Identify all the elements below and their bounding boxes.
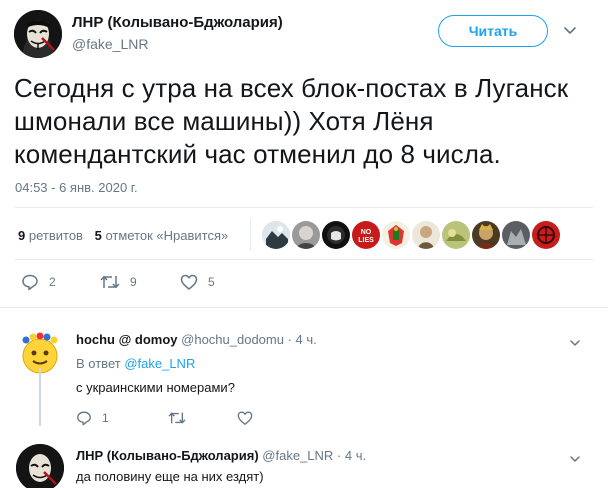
reply-author[interactable]: hochu @ domoy @hochu_dodomu · 4 ч. — [76, 332, 317, 347]
liker-avatar[interactable] — [502, 221, 530, 249]
like-count: 5 — [208, 275, 215, 289]
thread-line — [39, 368, 41, 426]
reply-author[interactable]: ЛНР (Колывано-Бджолария) @fake_LNR · 4 ч… — [76, 448, 366, 463]
likes-stat[interactable]: 5 отметок «Нравится» — [95, 228, 229, 243]
tweet-timestamp[interactable]: 04:53 - 6 янв. 2020 г. — [15, 180, 138, 195]
reply-text: да половину еще на них ездят) — [76, 469, 264, 484]
reply-icon — [21, 273, 39, 291]
likes-count: 5 — [94, 228, 102, 243]
tweet-text: Сегодня с утра на всех блок-постах в Луг… — [14, 73, 569, 169]
reply-author-name: ЛНР (Колывано-Бджолария) — [76, 448, 259, 463]
svg-text:LIES: LIES — [358, 237, 374, 244]
retweets-count: 9 — [18, 228, 26, 243]
divider — [0, 307, 608, 308]
reply-author-name: hochu @ domoy — [76, 332, 178, 347]
liker-avatar[interactable] — [442, 221, 470, 249]
retweet-icon — [100, 273, 120, 291]
stats-separator — [250, 219, 251, 251]
liker-avatar[interactable]: NO LIES — [352, 221, 380, 249]
liker-avatar[interactable] — [382, 221, 410, 249]
author-handle[interactable]: @fake_LNR — [72, 36, 148, 52]
author-avatar[interactable] — [14, 10, 62, 58]
chevron-down-icon[interactable] — [562, 22, 578, 38]
reply-action[interactable]: 2 — [21, 273, 56, 291]
follow-button[interactable]: Читать — [438, 15, 548, 47]
chevron-down-icon[interactable] — [568, 336, 582, 350]
reply-count: 2 — [49, 275, 56, 289]
reply-action[interactable]: 1 — [76, 410, 109, 426]
retweet-icon — [168, 410, 186, 426]
retweet-action[interactable]: 9 — [100, 273, 137, 291]
liker-avatar[interactable] — [472, 221, 500, 249]
reply-author-handle: @fake_LNR — [262, 448, 334, 463]
like-action[interactable]: 5 — [180, 273, 215, 291]
liker-avatar[interactable] — [322, 221, 350, 249]
divider — [15, 259, 593, 260]
reply-author-handle: @hochu_dodomu — [181, 332, 284, 347]
heart-icon — [237, 410, 253, 426]
liker-avatar[interactable] — [412, 221, 440, 249]
chevron-down-icon[interactable] — [568, 452, 582, 466]
likes-label: отметок «Нравится» — [105, 228, 229, 243]
retweets-stat[interactable]: 9 ретвитов — [18, 228, 83, 243]
reply-to-prefix: В ответ — [76, 356, 121, 371]
heart-icon — [180, 273, 198, 291]
retweet-count: 9 — [130, 275, 137, 289]
reply-to: В ответ @fake_LNR — [76, 356, 195, 371]
reply-to-handle[interactable]: @fake_LNR — [124, 356, 195, 371]
svg-text:NO: NO — [361, 229, 372, 236]
like-action[interactable] — [237, 410, 253, 426]
retweet-action[interactable] — [168, 410, 186, 426]
reply-avatar[interactable] — [16, 444, 64, 488]
liker-avatar[interactable] — [532, 221, 560, 249]
retweets-label: ретвитов — [28, 228, 83, 243]
liker-avatar[interactable] — [262, 221, 290, 249]
author-name[interactable]: ЛНР (Колывано-Бджолария) — [72, 14, 283, 31]
reply-count: 1 — [102, 411, 109, 425]
reply-time: · 4 ч. — [336, 448, 367, 463]
tweet-stats: 9 ретвитов 5 отметок «Нравится» — [18, 228, 236, 243]
reply-text: с украинскими номерами? — [76, 380, 235, 395]
reply-time: · 4 ч. — [287, 332, 317, 347]
liker-avatar[interactable] — [292, 221, 320, 249]
divider — [15, 207, 593, 208]
reply-icon — [76, 410, 92, 426]
